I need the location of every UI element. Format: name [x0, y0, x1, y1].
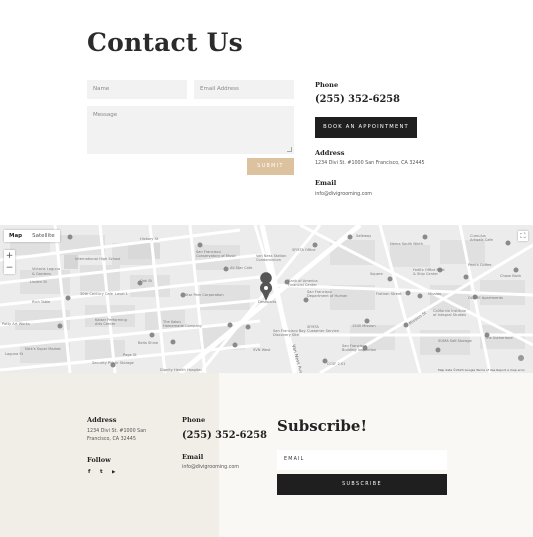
svg-text:Dignity Health Hospital: Dignity Health Hospital	[160, 368, 202, 372]
svg-text:The Sutherland: The Sutherland	[484, 336, 513, 340]
svg-text:& Ship Center: & Ship Center	[413, 272, 439, 276]
svg-text:Patty Art Works: Patty Art Works	[2, 322, 30, 326]
svg-text:SFMTA Office: SFMTA Office	[292, 248, 316, 252]
pegman-icon	[518, 355, 524, 361]
youtube-icon[interactable]: ▶	[112, 470, 115, 475]
fullscreen-icon[interactable]: ⛶	[518, 231, 528, 241]
svg-text:Level 1: Level 1	[115, 292, 128, 296]
satellite-tab[interactable]: Satellite	[27, 230, 60, 242]
svg-text:& Gardens: & Gardens	[32, 272, 51, 276]
svg-text:Artwalk Cafe: Artwalk Cafe	[470, 238, 494, 242]
email-placeholder: Email Address	[200, 86, 239, 92]
phone-value: (255) 352-6258	[315, 94, 400, 105]
svg-text:Deseparts: Deseparts	[258, 300, 276, 304]
message-field[interactable]: Message	[87, 106, 294, 154]
facebook-icon[interactable]: f	[88, 469, 90, 475]
svg-text:OLUME Apartments: OLUME Apartments	[468, 296, 503, 300]
subscribe-email-input[interactable]: EMAIL	[277, 450, 447, 470]
subscribe-button[interactable]: SUBSCRIBE	[277, 474, 447, 495]
phone-label: Phone	[315, 81, 339, 89]
zoom-out-button[interactable]: −	[4, 262, 15, 274]
footer-phone-value: (255) 352-6258	[182, 430, 267, 441]
svg-text:Bella Shine: Bella Shine	[138, 341, 159, 345]
svg-text:Homemade Company: Homemade Company	[163, 324, 203, 328]
footer-phone-label: Phone	[182, 416, 206, 424]
submit-button[interactable]: SUBMIT	[247, 158, 294, 175]
twitter-icon[interactable]: t	[100, 469, 103, 475]
book-appointment-button[interactable]: BOOK AN APPOINTMENT	[315, 117, 417, 138]
svg-text:Arts Center: Arts Center	[95, 322, 116, 326]
map-type-toggle: Map Satellite	[4, 230, 60, 242]
message-placeholder: Message	[93, 112, 118, 118]
email-value[interactable]: info@divigrooming.com	[315, 191, 372, 199]
zoom-controls: + −	[4, 250, 15, 274]
email-label: Email	[315, 179, 337, 187]
zoom-in-button[interactable]: +	[4, 250, 15, 262]
svg-text:Nick's Super Market: Nick's Super Market	[25, 347, 61, 351]
svg-text:30th Century Cafe: 30th Century Cafe	[80, 292, 114, 296]
svg-text:Oak St: Oak St	[140, 279, 153, 283]
svg-text:Page St: Page St	[123, 353, 137, 357]
svg-text:Flatiron Street: Flatiron Street	[376, 292, 402, 296]
svg-text:SVN West: SVN West	[253, 348, 271, 352]
footer-address-label: Address	[87, 416, 117, 424]
footer-address-value: 1234 Divi St. #1000 San Francisco, CA 32…	[87, 429, 147, 442]
name-field[interactable]: Name	[87, 80, 187, 99]
address-label: Address	[315, 149, 345, 157]
svg-text:Financial Center: Financial Center	[288, 283, 317, 287]
resize-handle-icon[interactable]	[287, 147, 292, 152]
svg-text:Discovery Site: Discovery Site	[273, 333, 300, 337]
svg-text:CCSF 2.01: CCSF 2.01	[327, 362, 346, 366]
svg-text:Rich Table: Rich Table	[32, 300, 51, 304]
follow-label: Follow	[87, 456, 111, 464]
subscribe-title: Subscribe!	[277, 417, 368, 435]
svg-text:Square: Square	[370, 272, 383, 276]
svg-text:International High School: International High School	[75, 257, 120, 261]
footer-email-value[interactable]: info@divigrooming.com	[182, 464, 239, 472]
map-canvas: International High School Hickory St Vic…	[0, 225, 533, 373]
svg-text:of Integral Studies: of Integral Studies	[433, 313, 466, 317]
svg-text:Conservatory of Music: Conservatory of Music	[196, 254, 236, 258]
svg-text:Department of Human: Department of Human	[307, 294, 347, 298]
svg-text:1500 Mission: 1500 Mission	[352, 324, 376, 328]
svg-text:Peet's Coffee: Peet's Coffee	[468, 263, 492, 267]
map-tab[interactable]: Map	[4, 230, 27, 242]
svg-text:Nema South Ninth: Nema South Ninth	[390, 242, 423, 246]
svg-text:SOMA Self-Storage: SOMA Self-Storage	[438, 339, 473, 343]
svg-text:Laguna St: Laguna St	[5, 352, 24, 356]
svg-text:Building Inspection: Building Inspection	[342, 348, 376, 352]
svg-text:Condominium: Condominium	[256, 258, 282, 262]
svg-text:Customer Service: Customer Service	[307, 329, 340, 333]
svg-text:Hickory St: Hickory St	[140, 237, 159, 241]
map[interactable]: International High School Hickory St Vic…	[0, 225, 533, 373]
page: Contact Us Name Email Address Message SU…	[0, 0, 533, 537]
svg-text:Safeway: Safeway	[356, 234, 372, 238]
svg-text:Victoria Laguna: Victoria Laguna	[32, 267, 60, 271]
svg-text:Mission: Mission	[428, 292, 441, 296]
address-value: 1234 Divi St. #1000 San Francisco, CA 32…	[315, 161, 425, 166]
name-placeholder: Name	[93, 86, 110, 92]
svg-text:Security Public Storage: Security Public Storage	[92, 361, 135, 365]
footer-email-label: Email	[182, 453, 204, 461]
email-field[interactable]: Email Address	[194, 80, 294, 99]
map-attribution[interactable]: Map data ©2023 Google Terms of Use Repor…	[438, 368, 525, 372]
svg-text:Chase Bank: Chase Bank	[500, 274, 522, 278]
svg-text:Star Park Corporation: Star Park Corporation	[185, 293, 224, 297]
svg-text:Linden St: Linden St	[30, 280, 47, 284]
svg-text:All Star Cafe: All Star Cafe	[230, 266, 253, 270]
page-title: Contact Us	[87, 28, 243, 57]
